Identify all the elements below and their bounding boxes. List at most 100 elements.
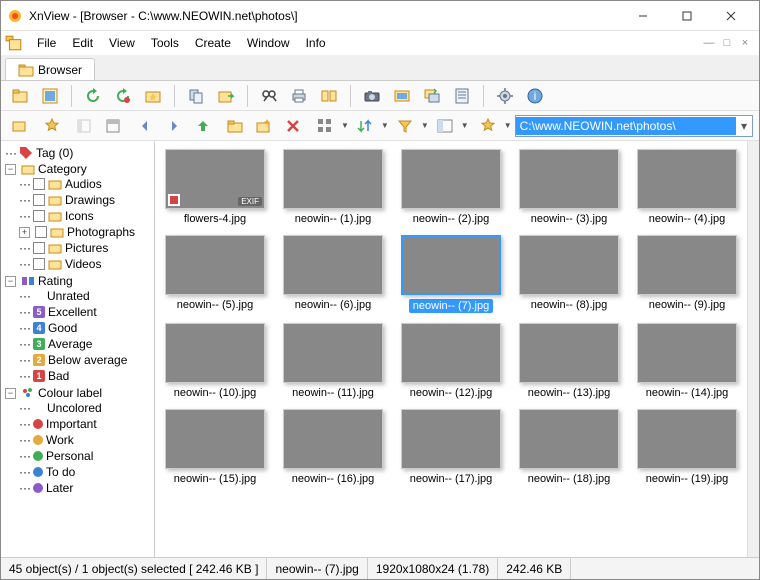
favorite-star-button[interactable] xyxy=(39,113,65,139)
thumbnail-item[interactable]: neowin-- (5).jpg xyxy=(159,235,271,313)
thumbnail-item[interactable]: neowin-- (2).jpg xyxy=(395,149,507,225)
menu-create[interactable]: Create xyxy=(187,33,239,53)
address-dropdown-icon[interactable]: ▾ xyxy=(736,119,752,133)
slideshow-button[interactable] xyxy=(389,83,415,109)
tree-colour-item[interactable]: ···To do xyxy=(19,465,152,479)
address-bar[interactable]: ▾ xyxy=(515,115,753,137)
mdi-minimize-button[interactable]: — xyxy=(701,35,717,51)
tree-category-item[interactable]: ···Pictures xyxy=(19,241,152,255)
tree-category-item[interactable]: ···Drawings xyxy=(19,193,152,207)
collapse-icon[interactable]: − xyxy=(5,164,16,175)
thumbnail-item[interactable]: neowin-- (14).jpg xyxy=(631,323,743,399)
minimize-button[interactable] xyxy=(621,2,665,30)
tree-category-item[interactable]: ···Videos xyxy=(19,257,152,271)
tree-tag[interactable]: ···Tag (0) xyxy=(5,146,152,160)
tree-category-item[interactable]: ···Icons xyxy=(19,209,152,223)
expand-icon[interactable]: + xyxy=(19,227,30,238)
tree-rating-item[interactable]: ···3Average xyxy=(19,337,152,351)
open-button[interactable] xyxy=(7,83,33,109)
collapse-icon[interactable]: − xyxy=(5,388,16,399)
panel-toggle-1[interactable] xyxy=(71,113,97,139)
mdi-close-button[interactable]: × xyxy=(737,35,753,51)
tree-rating-item[interactable]: ···Unrated xyxy=(19,289,152,303)
tree-category-item[interactable]: +Photographs xyxy=(19,225,152,239)
thumbnail-item[interactable]: neowin-- (10).jpg xyxy=(159,323,271,399)
tree-rating-item[interactable]: ···5Excellent xyxy=(19,305,152,319)
move-to-button[interactable] xyxy=(213,83,239,109)
about-button[interactable]: i xyxy=(522,83,548,109)
search-button[interactable] xyxy=(256,83,282,109)
folder-tree-button[interactable] xyxy=(7,113,33,139)
layout-button[interactable] xyxy=(432,113,458,139)
thumbnail-item[interactable]: neowin-- (3).jpg xyxy=(513,149,625,225)
thumbnail-item[interactable]: neowin-- (12).jpg xyxy=(395,323,507,399)
thumbnail-item[interactable]: neowin-- (18).jpg xyxy=(513,409,625,485)
thumbnail-item[interactable]: neowin-- (1).jpg xyxy=(277,149,389,225)
thumbnail-item[interactable]: neowin-- (19).jpg xyxy=(631,409,743,485)
tree-colour-item[interactable]: ···Later xyxy=(19,481,152,495)
nav-back-button[interactable] xyxy=(132,113,158,139)
thumbnail-item[interactable]: neowin-- (16).jpg xyxy=(277,409,389,485)
tree-colour-item[interactable]: ···Important xyxy=(19,417,152,431)
refresh-stop-button[interactable] xyxy=(110,83,136,109)
tree-category[interactable]: −Category xyxy=(5,162,152,176)
close-button[interactable] xyxy=(709,2,753,30)
thumbnail-item[interactable]: EXIFflowers-4.jpg xyxy=(159,149,271,225)
checkbox[interactable] xyxy=(33,242,45,254)
menu-info[interactable]: Info xyxy=(298,33,334,53)
nav-up-button[interactable] xyxy=(190,113,216,139)
tab-browser[interactable]: Browser xyxy=(5,58,95,80)
refresh-button[interactable] xyxy=(80,83,106,109)
thumbnail-item[interactable]: neowin-- (13).jpg xyxy=(513,323,625,399)
menu-view[interactable]: View xyxy=(101,33,143,53)
acquire-button[interactable] xyxy=(359,83,385,109)
batch-convert-button[interactable] xyxy=(419,83,445,109)
collapse-icon[interactable]: − xyxy=(5,276,16,287)
thumbnail-item[interactable]: neowin-- (8).jpg xyxy=(513,235,625,313)
filter-button[interactable] xyxy=(392,113,418,139)
compare-button[interactable] xyxy=(316,83,342,109)
thumbnail-item[interactable]: neowin-- (11).jpg xyxy=(277,323,389,399)
favorites-button[interactable] xyxy=(140,83,166,109)
checkbox[interactable] xyxy=(33,194,45,206)
delete-button[interactable] xyxy=(280,113,306,139)
convert-button[interactable] xyxy=(449,83,475,109)
tree-rating-item[interactable]: ···4Good xyxy=(19,321,152,335)
menu-edit[interactable]: Edit xyxy=(64,33,101,53)
vertical-scrollbar[interactable] xyxy=(747,141,759,557)
mdi-restore-button[interactable]: □ xyxy=(719,35,735,51)
thumbnail-item[interactable]: neowin-- (15).jpg xyxy=(159,409,271,485)
new-folder-button[interactable] xyxy=(251,113,277,139)
thumbnail-item[interactable]: neowin-- (4).jpg xyxy=(631,149,743,225)
thumbnail-item[interactable]: neowin-- (6).jpg xyxy=(277,235,389,313)
panel-toggle-2[interactable] xyxy=(100,113,126,139)
favorites-dropdown-button[interactable] xyxy=(475,113,501,139)
print-button[interactable] xyxy=(286,83,312,109)
menu-file[interactable]: File xyxy=(29,33,64,53)
tree-rating[interactable]: −Rating xyxy=(5,274,152,288)
tree-rating-item[interactable]: ···1Bad xyxy=(19,369,152,383)
tree-colour-item[interactable]: ···Uncolored xyxy=(19,401,152,415)
thumbnail-item[interactable]: neowin-- (17).jpg xyxy=(395,409,507,485)
tree-colour-item[interactable]: ···Work xyxy=(19,433,152,447)
thumbnail-item[interactable]: neowin-- (9).jpg xyxy=(631,235,743,313)
checkbox[interactable] xyxy=(33,210,45,222)
tree-colour-item[interactable]: ···Personal xyxy=(19,449,152,463)
checkbox[interactable] xyxy=(35,226,47,238)
settings-button[interactable] xyxy=(492,83,518,109)
tree-colour-label[interactable]: −Colour label xyxy=(5,386,152,400)
menu-tools[interactable]: Tools xyxy=(143,33,187,53)
maximize-button[interactable] xyxy=(665,2,709,30)
open-folder-button[interactable] xyxy=(222,113,248,139)
thumbnail-viewport[interactable]: EXIFflowers-4.jpgneowin-- (1).jpgneowin-… xyxy=(155,141,747,557)
view-mode-button[interactable] xyxy=(312,113,338,139)
thumbnail-item[interactable]: neowin-- (7).jpg xyxy=(395,235,507,313)
address-input[interactable] xyxy=(516,117,736,135)
checkbox[interactable] xyxy=(33,178,45,190)
fullscreen-button[interactable] xyxy=(37,83,63,109)
tree-category-item[interactable]: ···Audios xyxy=(19,177,152,191)
sort-button[interactable] xyxy=(352,113,378,139)
tree-rating-item[interactable]: ···2Below average xyxy=(19,353,152,367)
checkbox[interactable] xyxy=(33,258,45,270)
nav-forward-button[interactable] xyxy=(161,113,187,139)
